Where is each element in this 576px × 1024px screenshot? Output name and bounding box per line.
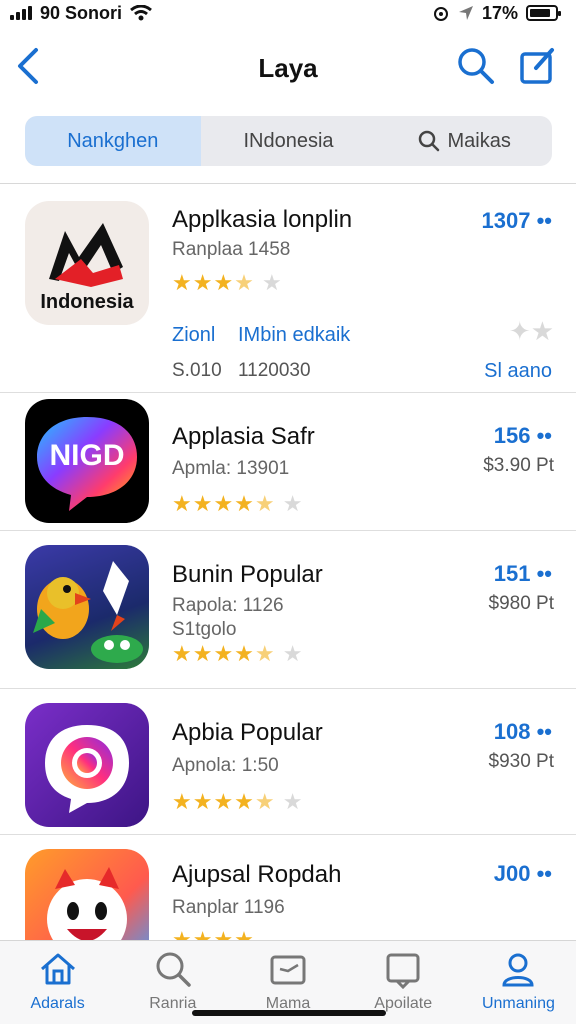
- app-subtitle-2: S1tgolo: [172, 619, 237, 640]
- star-icon: ★★★★: [172, 491, 255, 516]
- app-subtitle: Ranplar 1196: [172, 897, 285, 918]
- app-name: Apbia Popular: [172, 719, 323, 746]
- link-bottom[interactable]: Sl aano: [484, 360, 552, 383]
- star-rating: ★★★★★ ★: [172, 491, 303, 517]
- search-icon[interactable]: [456, 46, 496, 86]
- location-icon: [458, 6, 473, 20]
- app-count: J00 ••: [493, 861, 552, 886]
- star-icon: ★★★★: [172, 789, 255, 814]
- app-icon[interactable]: NIGD: [25, 399, 149, 523]
- star-half-icon: ★: [234, 270, 255, 295]
- app-price: $930 Pt: [488, 751, 555, 772]
- segment-label: Nankghen: [67, 129, 159, 152]
- tab-label: Ranria: [149, 995, 197, 1012]
- camera-icon: [45, 725, 129, 813]
- segmented-control: Nankghen INdonesia Maikas: [25, 116, 552, 166]
- app-count: 108 ••: [493, 719, 552, 744]
- person-icon: [502, 953, 534, 987]
- tray-icon: [386, 953, 420, 989]
- star-rating: ★★★★ ★: [172, 270, 283, 296]
- price-left: S.010: [172, 360, 222, 381]
- tab-label: Unmaning: [481, 995, 555, 1012]
- segment-label: INdonesia: [243, 129, 334, 152]
- back-chevron-icon[interactable]: [14, 46, 44, 86]
- app-name: Bunin Popular: [172, 561, 323, 588]
- star-icon: ★★★: [172, 270, 235, 295]
- app-count: 1307 ••: [481, 208, 552, 233]
- star-icon: ★★★★: [172, 641, 255, 666]
- search-icon: [156, 952, 191, 987]
- status-left: 90 Sonori: [10, 3, 152, 24]
- star-empty-icon: ★: [275, 789, 304, 814]
- star-rating: ★★★★★ ★: [172, 789, 303, 815]
- app-subtitle: Rapola: 1126: [172, 595, 284, 616]
- list-item[interactable]: Apbia Popular Apnola: 1:50 ★★★★★ ★ 108 •…: [0, 689, 576, 835]
- app-subtitle: Ranplaa 1458: [172, 239, 291, 260]
- app-count: 151 ••: [493, 561, 552, 586]
- app-name: Ajupsal Ropdah: [172, 861, 342, 888]
- star-empty-icon: ★: [275, 641, 304, 666]
- price-mid: 1120030: [238, 360, 311, 381]
- app-icon[interactable]: [25, 545, 149, 669]
- segment-label: Maikas: [447, 129, 511, 152]
- star-half-icon: ★: [254, 641, 276, 666]
- star-empty-icon: ★: [254, 270, 283, 295]
- app-icon[interactable]: [25, 703, 149, 827]
- list-item[interactable]: NIGD Applasia Safr Apmla: 13901 ★★★★★ ★ …: [0, 393, 576, 531]
- segment-maikas[interactable]: Maikas: [376, 116, 552, 166]
- list-item[interactable]: Ajupsal Ropdah Ranplar 1196 J00 •• ★★★★: [0, 835, 576, 973]
- home-icon: [40, 953, 75, 985]
- alarm-icon: [433, 7, 448, 21]
- star-half-icon: ★: [254, 789, 276, 814]
- app-subtitle: Apmla: 13901: [172, 458, 290, 479]
- nav-bar: Laya: [0, 30, 576, 106]
- app-price: $3.90 Pt: [483, 455, 554, 476]
- app-subtitle: Apnola: 1:50: [172, 755, 279, 776]
- carrier-text: 90 Sonori: [40, 2, 123, 23]
- battery-percent: 17%: [481, 2, 518, 23]
- parrot-icon: [33, 561, 143, 663]
- tab-unmaning[interactable]: Unmaning: [461, 941, 576, 1024]
- wifi-icon: [130, 5, 152, 21]
- tab-adarals[interactable]: Adarals: [0, 941, 115, 1024]
- folder-icon: [270, 955, 306, 985]
- link-left[interactable]: Zionl: [172, 324, 215, 347]
- star-empty-icon: ★: [275, 491, 304, 516]
- status-bar: 90 Sonori 17%: [0, 0, 576, 26]
- sparkle-icon: ✦★: [508, 316, 554, 346]
- status-right: 17%: [432, 2, 561, 24]
- home-indicator[interactable]: [192, 1010, 386, 1016]
- signal-icon: [10, 6, 32, 20]
- segment-indonesia[interactable]: INdonesia: [201, 116, 377, 166]
- app-list: Indonesia Applkasia lonplin Ranplaa 1458…: [0, 184, 576, 973]
- app-name: Applasia Safr: [172, 423, 315, 450]
- app-icon-label: Indonesia: [40, 291, 134, 313]
- page-title: Laya: [258, 52, 318, 83]
- star-half-icon: ★: [254, 491, 276, 516]
- link-right[interactable]: IMbin edkaik: [238, 324, 350, 347]
- battery-fill: [530, 9, 551, 17]
- star-rating: ★★★★★ ★: [172, 641, 303, 667]
- list-item[interactable]: Indonesia Applkasia lonplin Ranplaa 1458…: [0, 184, 576, 393]
- tab-label: Adarals: [30, 995, 85, 1012]
- app-icon[interactable]: Indonesia: [25, 201, 149, 325]
- app-name: Applkasia lonplin: [172, 206, 353, 233]
- segment-nankghen[interactable]: Nankghen: [25, 116, 201, 166]
- app-icon-label: NIGD: [49, 439, 125, 472]
- compose-icon[interactable]: [518, 46, 558, 86]
- app-price: $980 Pt: [488, 593, 555, 614]
- battery-icon: [526, 5, 561, 21]
- search-icon: [418, 130, 439, 152]
- list-item[interactable]: Bunin Popular Rapola: 1126 S1tgolo ★★★★★…: [0, 531, 576, 689]
- app-count: 156 ••: [493, 423, 552, 448]
